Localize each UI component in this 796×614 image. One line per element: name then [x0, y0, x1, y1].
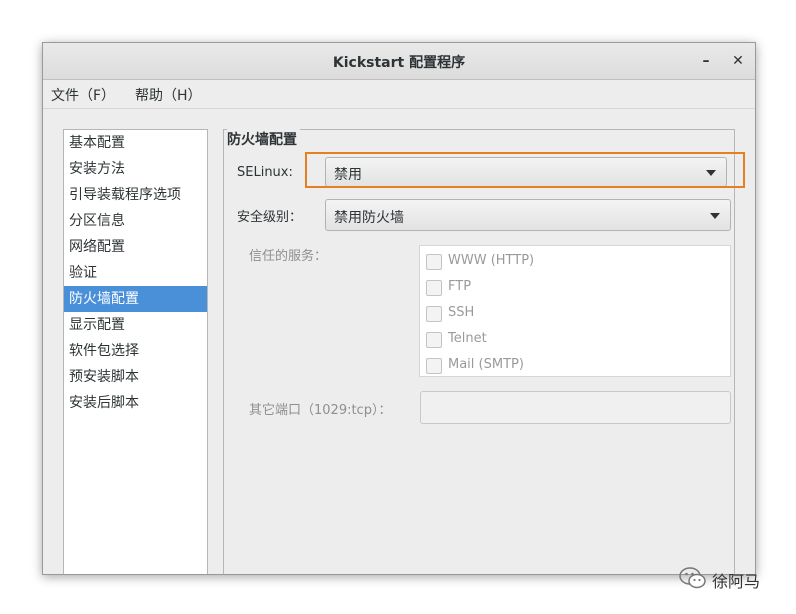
service-label: WWW (HTTP) [448, 253, 535, 268]
menu-help[interactable]: 帮助（H） [135, 85, 202, 105]
title-bar: Kickstart 配置程序 – ✕ [43, 43, 755, 80]
sidebar-item-packages[interactable]: 软件包选择 [64, 338, 207, 364]
trusted-services-list: WWW (HTTP) FTP SSH Telnet Mail (SMTP) [419, 245, 731, 377]
sidebar-item-network[interactable]: 网络配置 [64, 234, 207, 260]
dropdown-arrow-icon [710, 213, 720, 219]
security-level-label: 安全级别： [237, 210, 303, 225]
other-ports-input[interactable] [420, 391, 731, 424]
checkbox[interactable] [426, 332, 442, 348]
other-ports-label: 其它端口（1029:tcp）： [249, 403, 392, 418]
security-level-value: 禁用防火墙 [334, 210, 404, 226]
service-label: FTP [448, 279, 472, 294]
watermark-text: 徐阿马 [712, 572, 761, 591]
trusted-services-label: 信任的服务： [249, 249, 328, 264]
highlight-box [305, 152, 745, 188]
sidebar-item-basic[interactable]: 基本配置 [64, 130, 207, 156]
kickstart-window: Kickstart 配置程序 – ✕ 文件（F） 帮助（H） 基本配置 安装方法… [42, 42, 756, 575]
sidebar-item-display[interactable]: 显示配置 [64, 312, 207, 338]
close-button[interactable]: ✕ [728, 51, 748, 71]
window-title: Kickstart 配置程序 [332, 55, 466, 71]
sidebar-nav: 基本配置 安装方法 引导装载程序选项 分区信息 网络配置 验证 防火墙配置 显示… [63, 129, 208, 574]
menu-bar: 文件（F） 帮助（H） [43, 80, 755, 109]
security-level-dropdown[interactable]: 禁用防火墙 [325, 199, 731, 231]
service-label: Telnet [448, 331, 487, 346]
service-label: Mail (SMTP) [448, 357, 524, 372]
wechat-icon [679, 567, 706, 589]
checkbox[interactable] [426, 306, 442, 322]
selinux-label: SELinux: [237, 165, 293, 180]
sidebar-item-pre-script[interactable]: 预安装脚本 [64, 364, 207, 390]
sidebar-item-install[interactable]: 安装方法 [64, 156, 207, 182]
menu-file[interactable]: 文件（F） [51, 85, 115, 105]
minimize-button[interactable]: – [696, 51, 716, 71]
section-title: 防火墙配置 [227, 129, 300, 149]
checkbox[interactable] [426, 280, 442, 296]
sidebar-item-post-script[interactable]: 安装后脚本 [64, 390, 207, 416]
sidebar-item-auth[interactable]: 验证 [64, 260, 207, 286]
checkbox[interactable] [426, 358, 442, 374]
service-label: SSH [448, 305, 475, 320]
checkbox[interactable] [426, 254, 442, 270]
sidebar-item-bootloader[interactable]: 引导装载程序选项 [64, 182, 207, 208]
sidebar-item-firewall[interactable]: 防火墙配置 [64, 286, 207, 312]
sidebar-item-partition[interactable]: 分区信息 [64, 208, 207, 234]
